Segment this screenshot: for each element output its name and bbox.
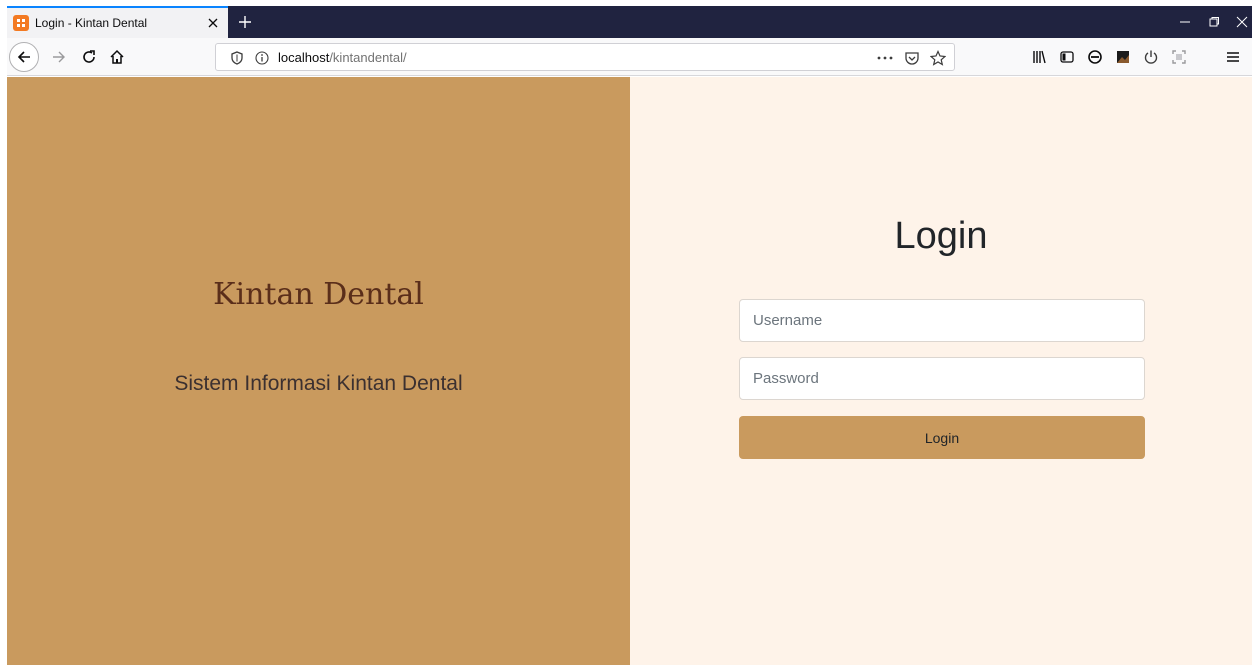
new-tab-button[interactable] [232,9,258,35]
shield-icon[interactable] [228,49,246,67]
more-actions-icon[interactable] [876,49,894,67]
password-input[interactable] [739,357,1145,400]
sidebar-icon[interactable] [1053,43,1081,71]
close-icon[interactable] [204,14,222,32]
url-text[interactable]: localhost/kintandental/ [278,50,407,65]
account-icon[interactable] [1081,43,1109,71]
forward-button[interactable] [45,43,73,71]
brand-title: Kintan Dental [213,277,424,312]
address-bar[interactable]: localhost/kintandental/ [215,43,955,71]
browser-tabbar: Login - Kintan Dental [7,6,1252,38]
pocket-icon[interactable] [903,49,921,67]
close-window-icon[interactable] [1229,9,1252,35]
login-button[interactable]: Login [739,416,1145,459]
extension-icon[interactable] [1109,43,1137,71]
menu-icon[interactable] [1219,43,1247,71]
back-button[interactable] [9,42,39,72]
login-title: Login [894,215,988,257]
screenshot-icon[interactable] [1165,43,1193,71]
browser-toolbar: localhost/kintandental/ [7,38,1252,76]
reload-icon[interactable] [75,43,103,71]
url-path: /kintandental/ [329,50,407,65]
star-icon[interactable] [929,49,947,67]
page-content: Kintan Dental Sistem Informasi Kintan De… [7,77,1252,665]
info-icon[interactable] [253,49,271,67]
browser-tab[interactable]: Login - Kintan Dental [7,6,228,38]
xampp-icon [13,15,29,31]
restore-icon[interactable] [1201,9,1227,35]
library-icon[interactable] [1025,43,1053,71]
username-input[interactable] [739,299,1145,342]
url-host: localhost [278,50,330,65]
login-panel: Login Login [630,77,1252,665]
minimize-icon[interactable] [1172,9,1198,35]
brand-panel: Kintan Dental Sistem Informasi Kintan De… [7,77,630,665]
brand-subtitle: Sistem Informasi Kintan Dental [174,372,463,395]
power-icon[interactable] [1137,43,1165,71]
tab-title: Login - Kintan Dental [35,16,148,30]
home-icon[interactable] [103,43,131,71]
